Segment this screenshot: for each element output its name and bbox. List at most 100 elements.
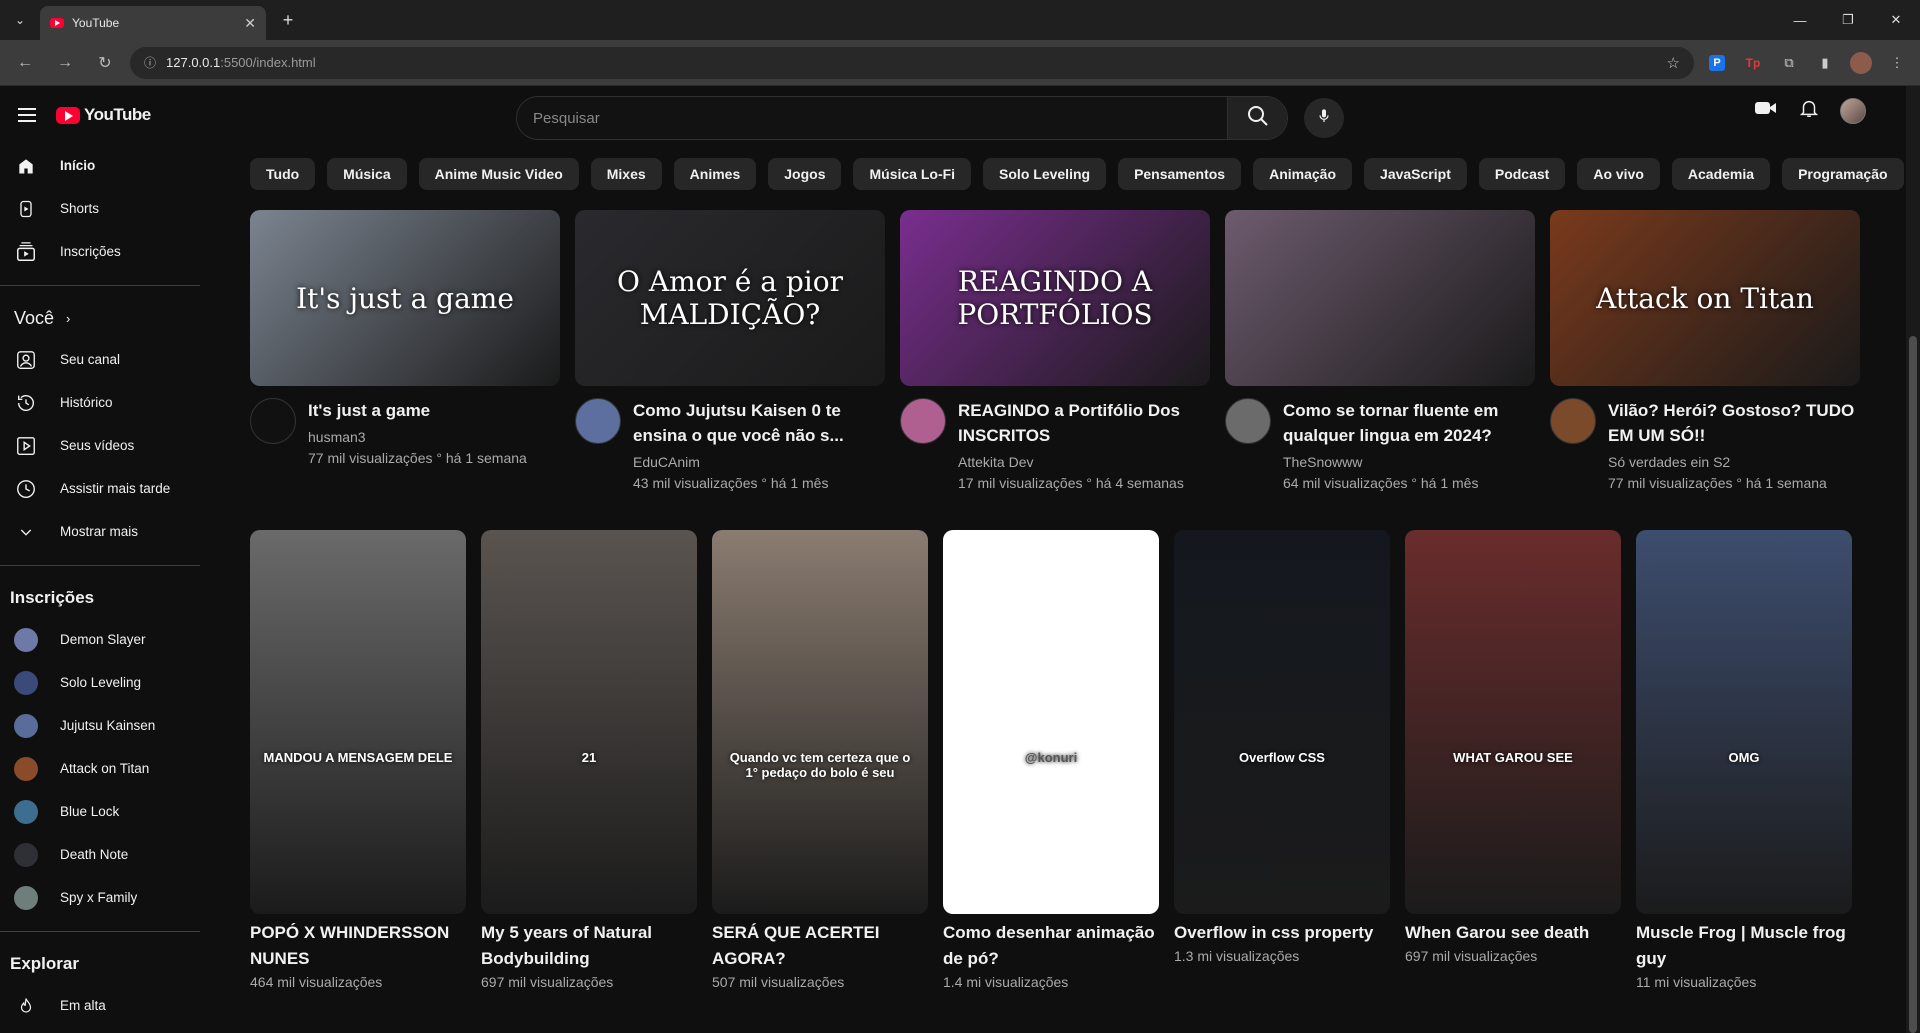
sidebar-subscription-item[interactable]: Demon Slayer <box>0 618 200 661</box>
sidebar-subscription-item[interactable]: Jujutsu Kainsen <box>0 704 200 747</box>
filter-chip[interactable]: Podcast <box>1478 158 1566 190</box>
filter-chip[interactable]: Animes <box>673 158 757 190</box>
video-card[interactable]: O Amor é a pior MALDIÇÃO? Como Jujutsu Ka… <box>575 210 885 494</box>
side-panel-icon[interactable]: ▮ <box>1812 50 1838 76</box>
browser-menu-icon[interactable]: ⋮ <box>1884 50 1910 76</box>
channel-name[interactable]: husman3 <box>308 427 527 448</box>
sidebar-item-assistir-mais-tarde[interactable]: Assistir mais tarde <box>0 467 200 510</box>
video-title[interactable]: Vilão? Herói? Gostoso? TUDO EM UM SÓ!! <box>1608 398 1860 448</box>
sidebar-subscription-item[interactable]: Spy x Family <box>0 876 200 919</box>
sidebar-item-inscricoes[interactable]: Inscrições <box>0 230 200 273</box>
video-title[interactable]: It's just a game <box>308 398 527 423</box>
filter-chip[interactable]: Solo Leveling <box>983 158 1107 190</box>
sidebar-subscription-item[interactable]: Blue Lock <box>0 790 200 833</box>
page-scrollbar[interactable] <box>1906 86 1920 1033</box>
bookmark-star-icon[interactable]: ☆ <box>1667 54 1680 72</box>
sidebar-subscription-item[interactable]: Attack on Titan <box>0 747 200 790</box>
sidebar-subscription-item[interactable]: Solo Leveling <box>0 661 200 704</box>
back-icon[interactable]: ← <box>10 48 40 78</box>
short-thumbnail[interactable]: 21 <box>481 530 697 914</box>
tab-search-dropdown-icon[interactable]: ⌄ <box>0 13 40 27</box>
video-title[interactable]: Como se tornar fluente em qualquer lingu… <box>1283 398 1535 448</box>
filter-chip[interactable]: Música <box>327 158 407 190</box>
video-title[interactable]: REAGINDO a Portifólio Dos INSCRITOS <box>958 398 1210 448</box>
video-card[interactable]: REAGINDO A PORTFÓLIOS REAGINDO a Portifól… <box>900 210 1210 494</box>
channel-avatar[interactable] <box>900 398 946 444</box>
video-card[interactable]: Attack on Titan Vilão? Herói? Gostoso? TU… <box>1550 210 1860 494</box>
filter-chip[interactable]: Animação <box>1253 158 1353 190</box>
sidebar-item-seu-canal[interactable]: Seu canal <box>0 338 200 381</box>
site-info-icon[interactable]: ⓘ <box>144 54 156 71</box>
channel-name[interactable]: Attekita Dev <box>958 452 1210 473</box>
short-card[interactable]: OMG Muscle Frog | Muscle frog guy 11 mi vi… <box>1636 530 1852 990</box>
create-video-icon[interactable] <box>1754 99 1778 122</box>
short-card[interactable]: @konuri Como desenhar animação de pó? 1.4 … <box>943 530 1159 990</box>
short-title[interactable]: SERÁ QUE ACERTEI AGORA? <box>712 920 928 972</box>
short-card[interactable]: 21 My 5 years of Natural Bodybuilding 697 … <box>481 530 697 990</box>
short-title[interactable]: Muscle Frog | Muscle frog guy <box>1636 920 1852 972</box>
sidebar-item-historico[interactable]: Histórico <box>0 381 200 424</box>
search-input[interactable] <box>517 97 1227 139</box>
short-title[interactable]: Overflow in css property <box>1174 920 1390 946</box>
filter-chip[interactable]: JavaScript <box>1364 158 1467 190</box>
sidebar-item-shorts[interactable]: Shorts <box>0 187 200 230</box>
video-card[interactable]: It's just a game It's just a game husman3 7… <box>250 210 560 494</box>
short-card[interactable]: Overflow CSS Overflow in css property 1.3 … <box>1174 530 1390 990</box>
filter-chip[interactable]: Ao vivo <box>1577 158 1660 190</box>
short-thumbnail[interactable]: Quando vc tem certeza que o 1° pedaço do… <box>712 530 928 914</box>
short-thumbnail[interactable]: MANDOU A MENSAGEM DELE <box>250 530 466 914</box>
sidebar-section-voce[interactable]: Você › <box>0 298 200 338</box>
short-title[interactable]: Como desenhar animação de pó? <box>943 920 1159 972</box>
short-thumbnail[interactable]: Overflow CSS <box>1174 530 1390 914</box>
video-thumbnail[interactable]: O Amor é a pior MALDIÇÃO? <box>575 210 885 386</box>
video-card[interactable]: Como se tornar fluente em qualquer lingu… <box>1225 210 1535 494</box>
restore-icon[interactable]: ❐ <box>1824 0 1872 40</box>
channel-avatar[interactable] <box>575 398 621 444</box>
voice-search-button[interactable] <box>1304 98 1344 138</box>
notifications-bell-icon[interactable] <box>1798 96 1820 125</box>
scrollbar-thumb[interactable] <box>1909 336 1917 1033</box>
short-thumbnail[interactable]: @konuri <box>943 530 1159 914</box>
sidebar-item-em-alta[interactable]: Em alta <box>0 984 200 1027</box>
channel-avatar[interactable] <box>1225 398 1271 444</box>
filter-chip[interactable]: Tudo <box>250 158 316 190</box>
channel-avatar[interactable] <box>1550 398 1596 444</box>
channel-avatar[interactable] <box>250 398 296 444</box>
short-card[interactable]: Quando vc tem certeza que o 1° pedaço do… <box>712 530 928 990</box>
menu-icon[interactable] <box>18 108 36 122</box>
browser-tab[interactable]: YouTube ✕ <box>40 6 266 40</box>
url-field[interactable]: ⓘ 127.0.0.1:5500/index.html ☆ <box>130 46 1694 79</box>
extensions-puzzle-icon[interactable]: ⧉ <box>1776 50 1802 76</box>
short-thumbnail[interactable]: WHAT GAROU SEE <box>1405 530 1621 914</box>
video-thumbnail[interactable]: Attack on Titan <box>1550 210 1860 386</box>
sidebar-item-mostrar-mais[interactable]: Mostrar mais <box>0 510 200 553</box>
extension-p-icon[interactable]: P <box>1704 50 1730 76</box>
sidebar-item-inicio[interactable]: Início <box>0 144 200 187</box>
short-title[interactable]: My 5 years of Natural Bodybuilding <box>481 920 697 972</box>
filter-chip[interactable]: Mixes <box>590 158 662 190</box>
video-thumbnail[interactable] <box>1225 210 1535 386</box>
search-button[interactable] <box>1227 97 1287 139</box>
sidebar-item-seus-videos[interactable]: Seus vídeos <box>0 424 200 467</box>
channel-name[interactable]: TheSnowww <box>1283 452 1535 473</box>
short-card[interactable]: MANDOU A MENSAGEM DELE POPÓ X WHINDERSSON… <box>250 530 466 990</box>
reload-icon[interactable]: ↻ <box>90 48 120 78</box>
video-thumbnail[interactable]: It's just a game <box>250 210 560 386</box>
user-avatar[interactable] <box>1840 97 1866 124</box>
short-card[interactable]: WHAT GAROU SEE When Garou see death 697 mi… <box>1405 530 1621 990</box>
filter-chip[interactable]: Programação <box>1782 158 1904 190</box>
channel-name[interactable]: EduCAnim <box>633 452 885 473</box>
channel-name[interactable]: Só verdades ein S2 <box>1608 452 1860 473</box>
youtube-logo[interactable]: YouTube <box>56 105 151 125</box>
filter-chip[interactable]: Anime Music Video <box>418 158 579 190</box>
filter-chip[interactable]: Pensamentos <box>1118 158 1242 190</box>
forward-icon[interactable]: → <box>50 48 80 78</box>
short-title[interactable]: POPÓ X WHINDERSSON NUNES <box>250 920 466 972</box>
filter-chip[interactable]: Jogos <box>768 158 842 190</box>
profile-avatar[interactable] <box>1848 50 1874 76</box>
sidebar-subscription-item[interactable]: Death Note <box>0 833 200 876</box>
close-window-icon[interactable]: ✕ <box>1872 0 1920 40</box>
new-tab-button[interactable]: + <box>274 6 302 34</box>
filter-chip[interactable]: Academia <box>1671 158 1771 190</box>
short-thumbnail[interactable]: OMG <box>1636 530 1852 914</box>
